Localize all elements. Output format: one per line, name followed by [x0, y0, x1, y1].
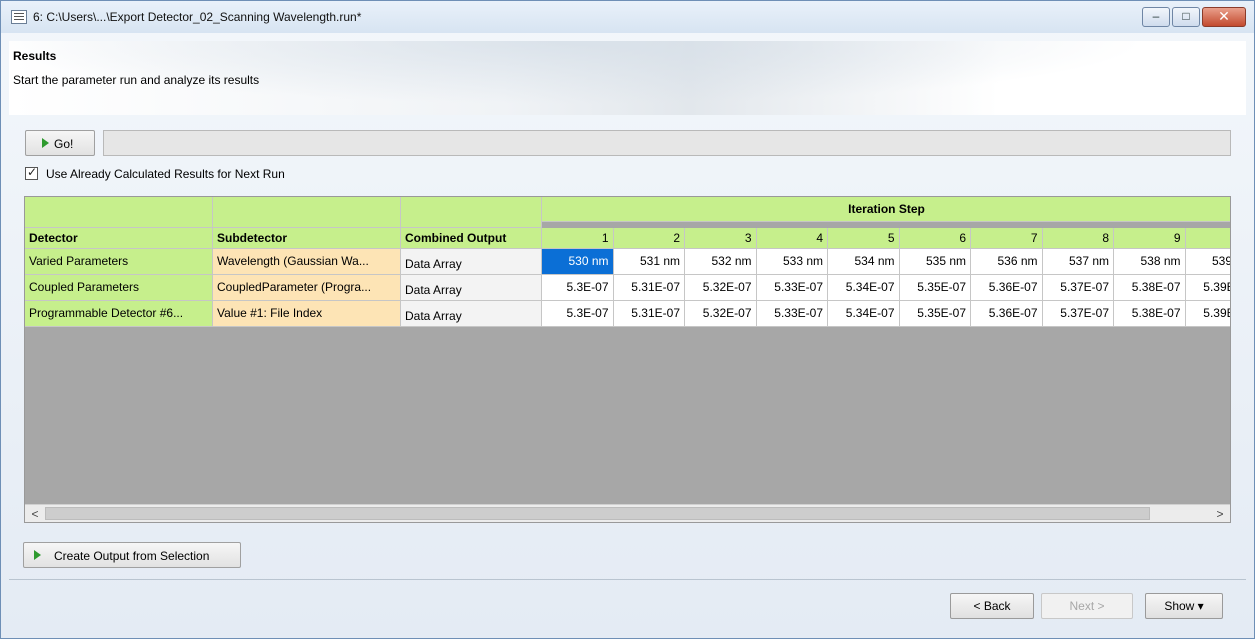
maximize-icon: □ [1182, 9, 1190, 23]
run-progress-bar [103, 130, 1231, 156]
column-header-detector[interactable]: Detector [25, 228, 213, 249]
iteration-step-header: Iteration Step [542, 197, 1230, 222]
value-cell[interactable]: 5.36E-07 [971, 275, 1043, 301]
grid-header-blank [25, 197, 213, 228]
use-calculated-checkbox[interactable]: ✓ [25, 165, 38, 180]
scroll-right-icon[interactable]: > [1212, 506, 1228, 522]
play-icon [34, 550, 41, 560]
iteration-step-header-cell[interactable]: 8 [1042, 228, 1114, 249]
value-cell[interactable]: 5.3E-07 [542, 275, 614, 301]
detector-cell[interactable]: Programmable Detector #6... [25, 301, 213, 327]
scrollbar-thumb[interactable] [45, 507, 1150, 520]
value-cell[interactable]: 5.31E-07 [613, 275, 685, 301]
value-cell[interactable]: 5.37E-07 [1042, 275, 1114, 301]
column-header-combined-output[interactable]: Combined Output [401, 228, 542, 249]
combined-output-cell[interactable]: Data Array [401, 249, 542, 275]
value-cell[interactable]: 537 nm [1042, 249, 1114, 275]
grid-header-blank [401, 197, 542, 228]
back-button[interactable]: < Back [950, 593, 1034, 619]
results-window: 6: C:\Users\...\Export Detector_02_Scann… [0, 0, 1255, 639]
value-cell[interactable]: 538 nm [1114, 249, 1186, 275]
close-button[interactable]: ✕ [1202, 7, 1246, 27]
iteration-step-header-cell[interactable]: 10 [1185, 228, 1230, 249]
scroll-left-icon[interactable]: < [27, 506, 43, 522]
iteration-step-header-cell[interactable]: 2 [613, 228, 685, 249]
go-button-label: Go! [54, 137, 74, 151]
detector-cell[interactable]: Varied Parameters [25, 249, 213, 275]
value-cell[interactable]: 5.32E-07 [685, 301, 757, 327]
value-cell[interactable]: 534 nm [828, 249, 900, 275]
value-cell[interactable]: 5.38E-07 [1114, 275, 1186, 301]
page-subtitle: Start the parameter run and analyze its … [13, 73, 260, 87]
value-cell[interactable]: 533 nm [756, 249, 828, 275]
checkmark-icon: ✓ [27, 165, 38, 179]
results-grid[interactable]: Iteration Step Detector Subdetector Comb… [24, 196, 1231, 523]
iteration-step-header-cell[interactable]: 6 [899, 228, 971, 249]
next-button[interactable]: Next > [1041, 593, 1133, 619]
value-cell[interactable]: 5.37E-07 [1042, 301, 1114, 327]
column-header-subdetector[interactable]: Subdetector [213, 228, 401, 249]
iteration-step-header-cell[interactable]: 1 [542, 228, 614, 249]
show-button[interactable]: Show ▾ [1145, 593, 1223, 619]
combined-output-cell[interactable]: Data Array [401, 275, 542, 301]
window-controls: – □ ✕ [1142, 7, 1246, 27]
value-cell[interactable]: 5.34E-07 [828, 275, 900, 301]
value-cell[interactable]: 5.33E-07 [756, 275, 828, 301]
value-cell[interactable]: 539 nm [1185, 249, 1230, 275]
footer-divider [9, 579, 1246, 580]
go-button[interactable]: Go! [25, 130, 95, 156]
maximize-button[interactable]: □ [1172, 7, 1200, 27]
create-output-button[interactable]: Create Output from Selection [23, 542, 241, 568]
iteration-step-header-cell[interactable]: 3 [685, 228, 757, 249]
value-cell[interactable]: 5.39E-07 [1185, 275, 1230, 301]
minimize-icon: – [1152, 9, 1160, 23]
combined-output-cell[interactable]: Data Array [401, 301, 542, 327]
page-title: Results [13, 49, 57, 63]
use-calculated-label: Use Already Calculated Results for Next … [46, 167, 285, 181]
value-cell[interactable]: 531 nm [613, 249, 685, 275]
iteration-step-header-cell[interactable]: 5 [828, 228, 900, 249]
value-cell[interactable]: 532 nm [685, 249, 757, 275]
value-cell[interactable]: 535 nm [899, 249, 971, 275]
minimize-button[interactable]: – [1142, 7, 1170, 27]
window-title: 6: C:\Users\...\Export Detector_02_Scann… [33, 10, 362, 24]
value-cell[interactable]: 536 nm [971, 249, 1043, 275]
horizontal-scrollbar[interactable]: < > [25, 504, 1230, 522]
value-cell[interactable]: 5.31E-07 [613, 301, 685, 327]
grid-header-blank [213, 197, 401, 228]
wizard-header: Results Start the parameter run and anal… [9, 41, 1246, 115]
close-icon: ✕ [1218, 8, 1230, 24]
iteration-step-header-cell[interactable]: 9 [1114, 228, 1186, 249]
value-cell[interactable]: 5.38E-07 [1114, 301, 1186, 327]
value-cell[interactable]: 5.3E-07 [542, 301, 614, 327]
create-output-label: Create Output from Selection [54, 549, 210, 563]
title-bar: 6: C:\Users\...\Export Detector_02_Scann… [1, 1, 1254, 33]
value-cell[interactable]: 5.35E-07 [899, 275, 971, 301]
value-cell[interactable]: 5.36E-07 [971, 301, 1043, 327]
play-icon [42, 138, 49, 148]
subdetector-cell[interactable]: CoupledParameter (Progra... [213, 275, 401, 301]
value-cell[interactable]: 5.39E-07 [1185, 301, 1230, 327]
detector-cell[interactable]: Coupled Parameters [25, 275, 213, 301]
subdetector-cell[interactable]: Value #1: File Index [213, 301, 401, 327]
app-icon [11, 10, 27, 24]
iteration-step-header-cell[interactable]: 7 [971, 228, 1043, 249]
subdetector-cell[interactable]: Wavelength (Gaussian Wa... [213, 249, 401, 275]
value-cell[interactable]: 5.33E-07 [756, 301, 828, 327]
value-cell[interactable]: 530 nm [542, 249, 614, 275]
value-cell[interactable]: 5.32E-07 [685, 275, 757, 301]
iteration-step-header-cell[interactable]: 4 [756, 228, 828, 249]
value-cell[interactable]: 5.34E-07 [828, 301, 900, 327]
value-cell[interactable]: 5.35E-07 [899, 301, 971, 327]
